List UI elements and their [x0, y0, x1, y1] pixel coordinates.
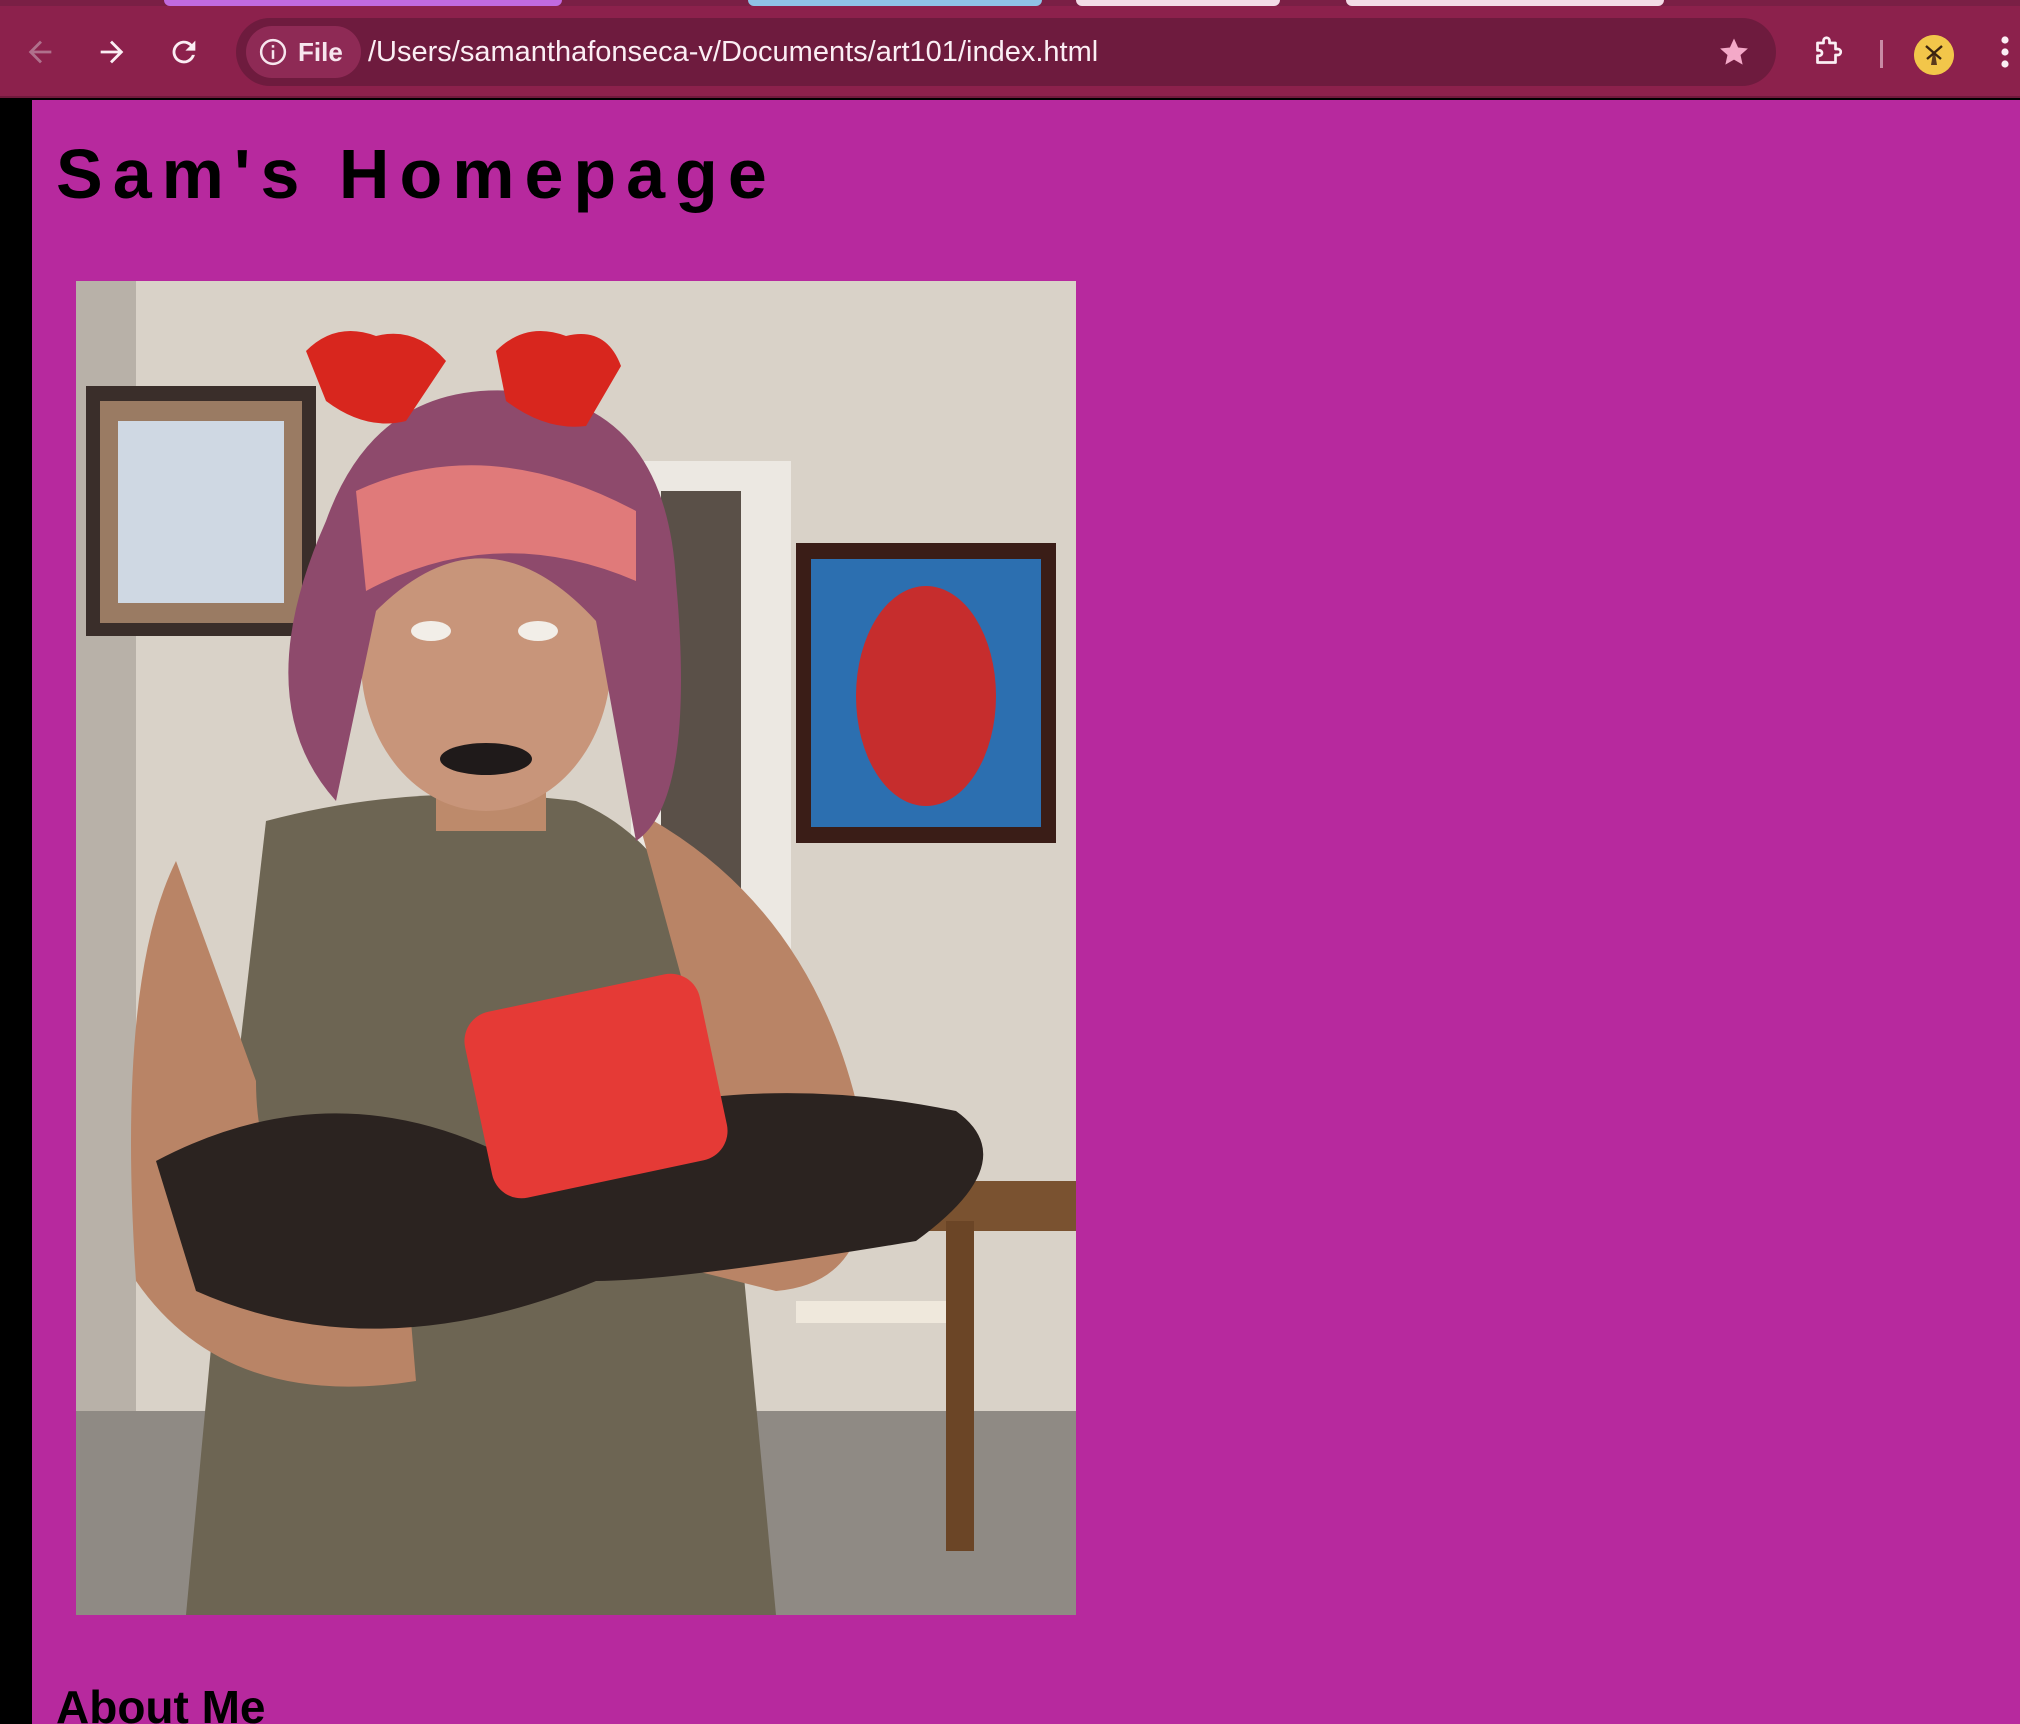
puzzle-piece-icon — [1816, 36, 1843, 64]
site-chip-label: File — [298, 36, 343, 67]
extensions-button[interactable] — [1800, 24, 1856, 80]
url-text[interactable]: /Users/samanthafonseca-v/Documents/art10… — [368, 18, 1098, 86]
bookmark-button[interactable] — [1706, 24, 1762, 80]
forward-button[interactable] — [84, 24, 140, 80]
profile-photo — [76, 281, 1076, 1615]
back-button[interactable] — [12, 24, 68, 80]
reload-icon — [172, 40, 196, 64]
page-title: Sam's Homepage — [56, 135, 777, 213]
photo-right-painting-figure — [856, 586, 996, 806]
back-arrow-icon — [28, 40, 52, 64]
browser-toolbar: File /Users/samanthafonseca-v/Documents/… — [0, 6, 2020, 98]
about-me-heading: About Me — [56, 1681, 266, 1724]
photo-left-painting-art — [118, 421, 284, 603]
toolbar-divider — [1880, 40, 1883, 68]
photo-table-leg — [946, 1221, 974, 1551]
info-icon — [259, 38, 287, 66]
browser-menu-button[interactable] — [1990, 24, 2020, 80]
forward-arrow-icon — [100, 40, 124, 64]
photo-chair — [796, 1301, 946, 1323]
reload-button[interactable] — [156, 24, 212, 80]
photo-eye-left — [411, 621, 451, 641]
photo-eye-right — [518, 621, 558, 641]
page-content: Sam's Homepage About Me — [32, 100, 2020, 1724]
site-info-chip[interactable]: File — [246, 26, 361, 78]
star-icon — [1720, 38, 1748, 65]
address-bar[interactable]: File /Users/samanthafonseca-v/Documents/… — [236, 18, 1776, 86]
kebab-menu-icon — [2001, 36, 2009, 68]
profile-avatar[interactable] — [1914, 35, 1954, 75]
windmill-avatar-icon — [1914, 35, 1954, 75]
photo-lips — [440, 743, 532, 775]
